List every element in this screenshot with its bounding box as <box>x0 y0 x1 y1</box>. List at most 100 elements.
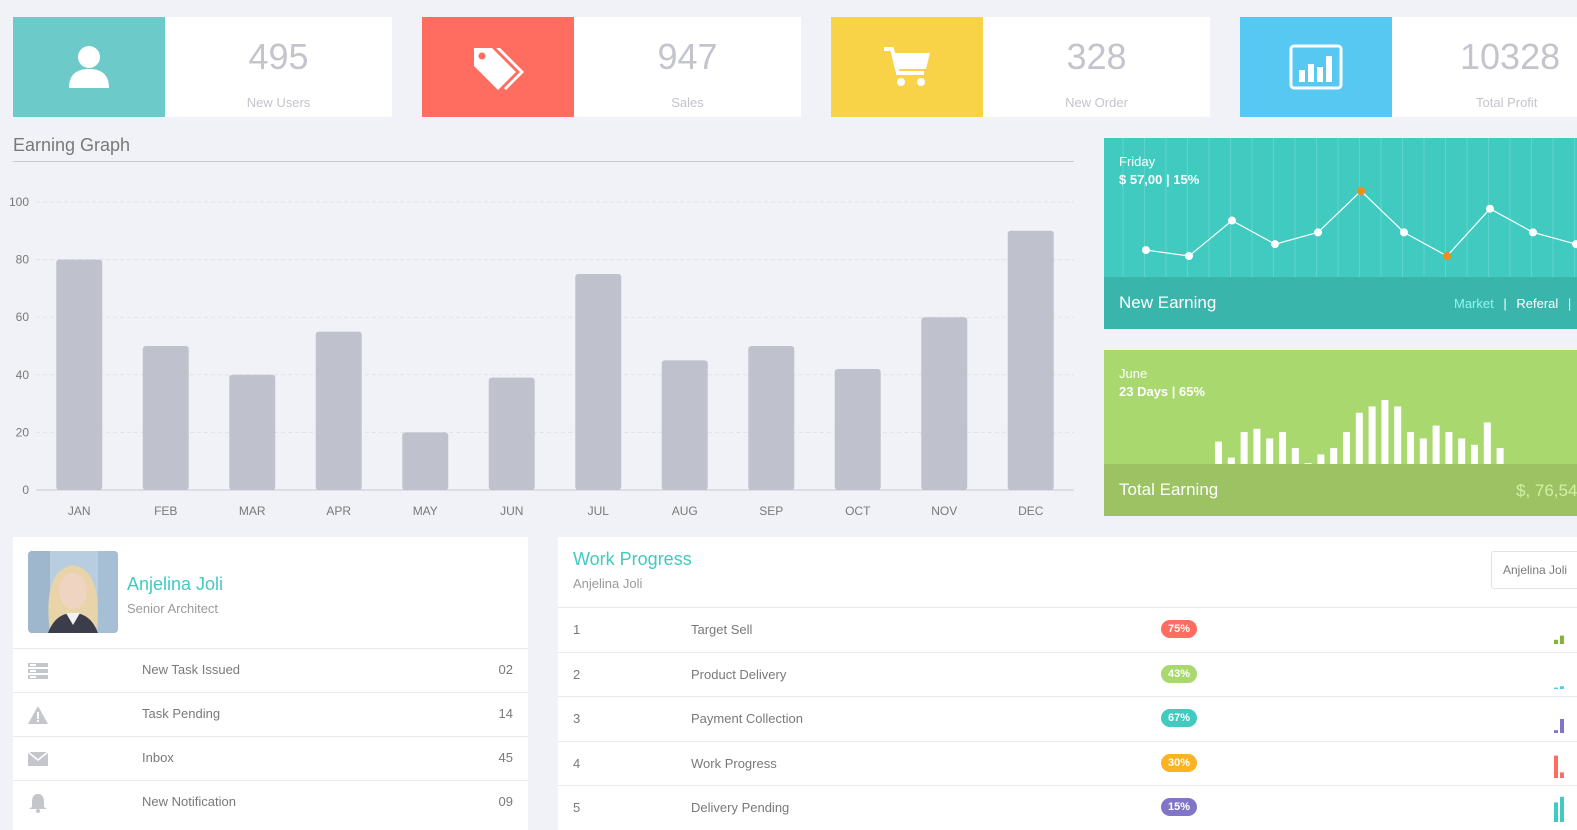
work-progress-panel: Work Progress Anjelina Joli Anjelina Jol… <box>558 537 1577 830</box>
spark-bar <box>1554 755 1558 778</box>
bar[interactable] <box>575 274 622 490</box>
work-progress-subtitle: Anjelina Joli <box>573 576 643 591</box>
stat-value: 10328 <box>1460 36 1561 77</box>
data-point[interactable] <box>1357 187 1365 195</box>
person-select[interactable]: Anjelina Joli <box>1491 551 1577 589</box>
mini-bar <box>1291 448 1299 464</box>
bar[interactable] <box>921 317 968 490</box>
new-earning-amount: $ 57,00 | 15% <box>1119 172 1200 187</box>
bar[interactable] <box>1007 230 1054 491</box>
stat-card-total-profit: 10328 Total Profit <box>1240 17 1577 117</box>
table-row[interactable]: 1 Target Sell 75% <box>558 607 1577 652</box>
row-number: 3 <box>573 711 581 727</box>
bar[interactable] <box>661 360 708 490</box>
row-sparkline <box>1554 755 1564 778</box>
spark-bar <box>1560 685 1564 689</box>
stat-card-sales: 947 Sales <box>422 17 801 117</box>
server-icon <box>28 663 48 679</box>
percent-badge: 15% <box>1161 798 1198 817</box>
link-separator: | <box>1567 296 1572 311</box>
x-tick-label: APR <box>326 504 351 518</box>
profile-stats-list: New Task Issued 02 Task Pending 14 Inbox… <box>13 648 528 824</box>
shopping-cart-icon <box>884 47 930 86</box>
spark-bar <box>1560 635 1564 644</box>
data-point[interactable] <box>1271 240 1279 249</box>
referal-link[interactable]: Referal <box>1516 296 1558 311</box>
envelope-icon <box>27 751 49 766</box>
mini-bar <box>1483 422 1491 464</box>
mini-bar <box>1419 438 1427 464</box>
total-earning-month: June <box>1119 366 1148 381</box>
bar[interactable] <box>488 377 535 490</box>
total-earning-bar-chart <box>1215 400 1504 464</box>
list-item[interactable]: Task Pending 14 <box>13 692 528 736</box>
bell-icon <box>29 794 47 813</box>
bar[interactable] <box>402 432 449 490</box>
stat-card-new-users: 495 New Users <box>13 17 392 117</box>
profile-name[interactable]: Anjelina Joli <box>127 574 223 595</box>
earning-graph-title: Earning Graph <box>13 135 131 155</box>
list-item-value: 02 <box>498 662 513 677</box>
table-row[interactable]: 3 Payment Collection 67% <box>558 696 1577 741</box>
mini-bar <box>1330 448 1338 464</box>
table-row[interactable]: 5 Delivery Pending 15% <box>558 785 1577 830</box>
new-earning-title: New Earning <box>1119 293 1217 312</box>
stat-icon-box <box>13 17 165 117</box>
data-point[interactable] <box>1142 246 1150 255</box>
data-point[interactable] <box>1443 252 1451 260</box>
bar[interactable] <box>56 259 103 490</box>
profile-card: Anjelina Joli Senior Architect New Task … <box>13 537 528 830</box>
total-earning-title: Total Earning <box>1119 480 1219 499</box>
mini-bar <box>1317 454 1325 464</box>
list-item[interactable]: Inbox 45 <box>13 736 528 780</box>
table-row[interactable]: 4 Work Progress 30% <box>558 740 1577 786</box>
row-number: 4 <box>573 755 581 771</box>
data-point[interactable] <box>1185 252 1193 260</box>
x-tick-label: OCT <box>845 504 871 518</box>
total-earning-days: 23 Days | 65% <box>1119 384 1206 399</box>
data-point[interactable] <box>1486 204 1494 213</box>
row-task: Target Sell <box>691 622 753 637</box>
row-number: 5 <box>573 800 581 816</box>
list-item-value: 14 <box>498 706 513 721</box>
bar[interactable] <box>142 346 189 490</box>
row-sparkline <box>1554 685 1564 689</box>
data-point[interactable] <box>1228 216 1236 225</box>
row-task: Work Progress <box>691 755 777 771</box>
list-item-label: Task Pending <box>142 706 221 721</box>
work-progress-table: 1 Target Sell 75% 2 Product Delivery 43%… <box>558 607 1577 830</box>
new-earning-line-chart <box>1122 138 1577 277</box>
row-number: 2 <box>573 666 581 682</box>
total-earning-amount: $, 76,54 <box>1516 481 1577 500</box>
data-point[interactable] <box>1400 228 1408 237</box>
avatar[interactable] <box>28 551 118 633</box>
table-row[interactable]: 2 Product Delivery 43% <box>558 651 1577 697</box>
earning-graph-divider <box>13 161 1074 162</box>
mini-bar <box>1253 428 1261 464</box>
data-point[interactable] <box>1572 240 1577 249</box>
y-tick-label: 20 <box>16 425 30 439</box>
total-earning-card: June 23 Days | 65% Total Earning $, 76,5… <box>1104 350 1577 516</box>
list-item-label: New Notification <box>142 794 236 809</box>
new-earning-footer: New Earning Market | Referal | <box>1104 277 1577 329</box>
bar[interactable] <box>834 369 881 490</box>
warning-icon <box>28 706 48 724</box>
bar[interactable] <box>229 374 276 490</box>
row-task: Payment Collection <box>691 711 803 727</box>
stat-value: 328 <box>1066 36 1127 77</box>
bar[interactable] <box>315 331 362 490</box>
link-separator: | <box>1503 296 1507 311</box>
list-item[interactable]: New Task Issued 02 <box>13 648 528 692</box>
market-link[interactable]: Market <box>1454 296 1494 311</box>
mini-bar <box>1432 425 1440 464</box>
percent-badge: 30% <box>1161 753 1198 772</box>
mini-bar <box>1471 444 1478 464</box>
list-item[interactable]: New Notification 09 <box>13 780 528 824</box>
mini-bar <box>1368 406 1376 464</box>
bar[interactable] <box>748 346 795 490</box>
x-tick-label: SEP <box>759 504 783 518</box>
x-tick-label: NOV <box>931 504 957 518</box>
data-point[interactable] <box>1314 228 1322 237</box>
user-icon <box>69 46 109 88</box>
data-point[interactable] <box>1529 228 1537 237</box>
